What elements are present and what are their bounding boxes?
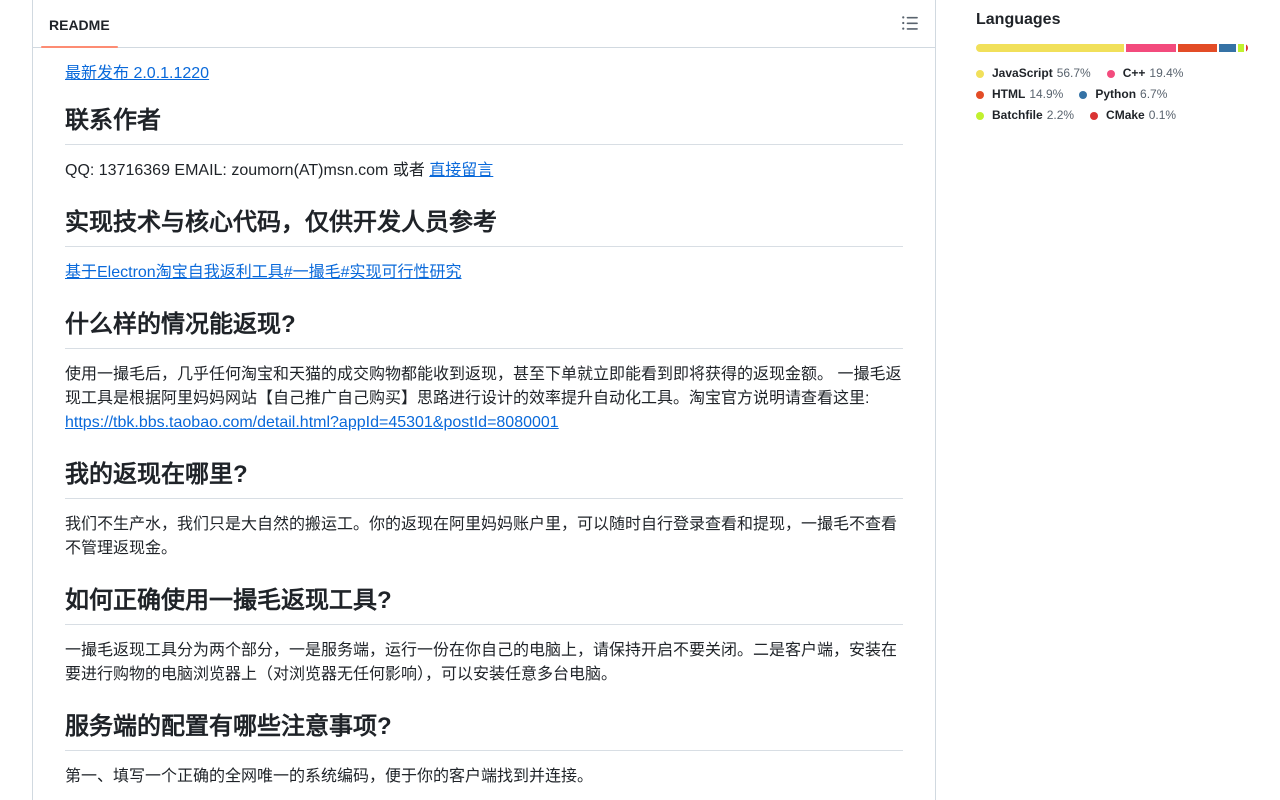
- section-paragraph: 我们不生产水，我们只是大自然的搬运工。你的返现在阿里妈妈账户里，可以随时自行登录…: [65, 516, 898, 557]
- language-color-dot: [1090, 111, 1099, 120]
- section-tech: 实现技术与核心代码，仅供开发人员参考 基于Electron淘宝自我返利工具#一撮…: [65, 208, 903, 285]
- section-heading: 什么样的情况能返现?: [65, 310, 903, 349]
- section-contact: 联系作者 QQ: 13716369 EMAIL: zoumorn(AT)msn.…: [65, 106, 903, 183]
- list-unordered-icon[interactable]: [901, 14, 919, 32]
- language-percent: 14.9%: [1029, 87, 1064, 101]
- section-paragraph: 第一、填写一个正确的全网唯一的系统编码，便于你的客户端找到并连接。: [65, 768, 594, 785]
- section-paragraph: 一撮毛返现工具分为两个部分，一是服务端，运行一份在你自己的电脑上，请保持开启不要…: [65, 642, 898, 683]
- languages-sidebar: Languages JavaScript 56.7% C++ 19.4% HTML 14.…: [976, 0, 1248, 126]
- language-name: JavaScript: [992, 66, 1053, 80]
- language-item[interactable]: HTML 14.9%: [976, 84, 1063, 105]
- language-color-dot: [976, 90, 984, 99]
- language-item[interactable]: Python 6.7%: [1079, 84, 1167, 105]
- language-color-dot: [1079, 90, 1088, 99]
- language-percent: 6.7%: [1140, 87, 1168, 101]
- language-item[interactable]: CMake 0.1%: [1090, 105, 1176, 126]
- language-bar-segment[interactable]: [1218, 44, 1237, 52]
- section-how-to-use: 如何正确使用一撮毛返现工具? 一撮毛返现工具分为两个部分，一是服务端，运行一份在…: [65, 586, 903, 687]
- language-name: C++: [1122, 66, 1146, 80]
- language-bar-segment[interactable]: [976, 44, 1124, 52]
- language-bar-segment[interactable]: [1178, 44, 1217, 52]
- language-name: HTML: [992, 87, 1026, 101]
- language-color-dot: [976, 111, 984, 120]
- readme-tab[interactable]: README: [41, 0, 118, 48]
- readme-content: 最新发布 2.0.1.1220 联系作者 QQ: 13716369 EMAIL:…: [65, 48, 903, 785]
- section-heading: 服务端的配置有哪些注意事项?: [65, 712, 903, 751]
- section-paragraph: 基于Electron淘宝自我返利工具#一撮毛#实现可行性研究: [65, 261, 903, 285]
- section-heading: 我的返现在哪里?: [65, 460, 903, 499]
- section-heading: 联系作者: [65, 106, 903, 145]
- latest-release-link[interactable]: 最新发布 2.0.1.1220: [65, 65, 209, 82]
- languages-list: JavaScript 56.7% C++ 19.4% HTML 14.9% Python 6.…: [976, 63, 1248, 126]
- language-color-dot: [976, 69, 984, 78]
- taobao-doc-link[interactable]: https://tbk.bbs.taobao.com/detail.html?a…: [65, 414, 559, 431]
- language-name: CMake: [1106, 108, 1145, 122]
- language-name: Batchfile: [992, 108, 1043, 122]
- section-cashback-conditions: 什么样的情况能返现? 使用一撮毛后，几乎任何淘宝和天猫的成交购物都能收到返现，甚…: [65, 310, 903, 435]
- leave-message-link[interactable]: 直接留言: [429, 162, 493, 179]
- section-paragraph: 使用一撮毛后，几乎任何淘宝和天猫的成交购物都能收到返现，甚至下单就立即能看到即将…: [65, 366, 902, 431]
- section-heading: 如何正确使用一撮毛返现工具?: [65, 586, 903, 625]
- language-bar-segment[interactable]: [1125, 44, 1177, 52]
- readme-header: README: [33, 0, 935, 48]
- section-where-cashback: 我的返现在哪里? 我们不生产水，我们只是大自然的搬运工。你的返现在阿里妈妈账户里…: [65, 460, 903, 561]
- language-percent: 0.1%: [1148, 108, 1177, 122]
- language-name: Python: [1095, 87, 1137, 101]
- section-paragraph: QQ: 13716369 EMAIL: zoumorn(AT)msn.com 或…: [65, 162, 494, 179]
- section-server-config: 服务端的配置有哪些注意事项? 第一、填写一个正确的全网唯一的系统编码，便于你的客…: [65, 712, 903, 789]
- readme-panel: README 最新发布 2.0.1.1220 联系作者 QQ: 13716369…: [32, 0, 936, 800]
- language-percent: 56.7%: [1056, 66, 1091, 80]
- language-bar-segment[interactable]: [1238, 44, 1244, 52]
- language-item[interactable]: C++ 19.4%: [1106, 63, 1184, 84]
- research-link[interactable]: 基于Electron淘宝自我返利工具#一撮毛#实现可行性研究: [65, 264, 462, 281]
- languages-title: Languages: [976, 11, 1061, 28]
- language-item[interactable]: Batchfile 2.2%: [976, 105, 1074, 126]
- section-heading: 实现技术与核心代码，仅供开发人员参考: [65, 208, 903, 247]
- language-percent: 19.4%: [1149, 66, 1184, 80]
- language-percent: 2.2%: [1046, 108, 1075, 122]
- languages-bar: [976, 44, 1248, 52]
- language-color-dot: [1106, 69, 1115, 78]
- language-item[interactable]: JavaScript 56.7%: [976, 63, 1091, 84]
- language-bar-segment[interactable]: [1245, 44, 1248, 52]
